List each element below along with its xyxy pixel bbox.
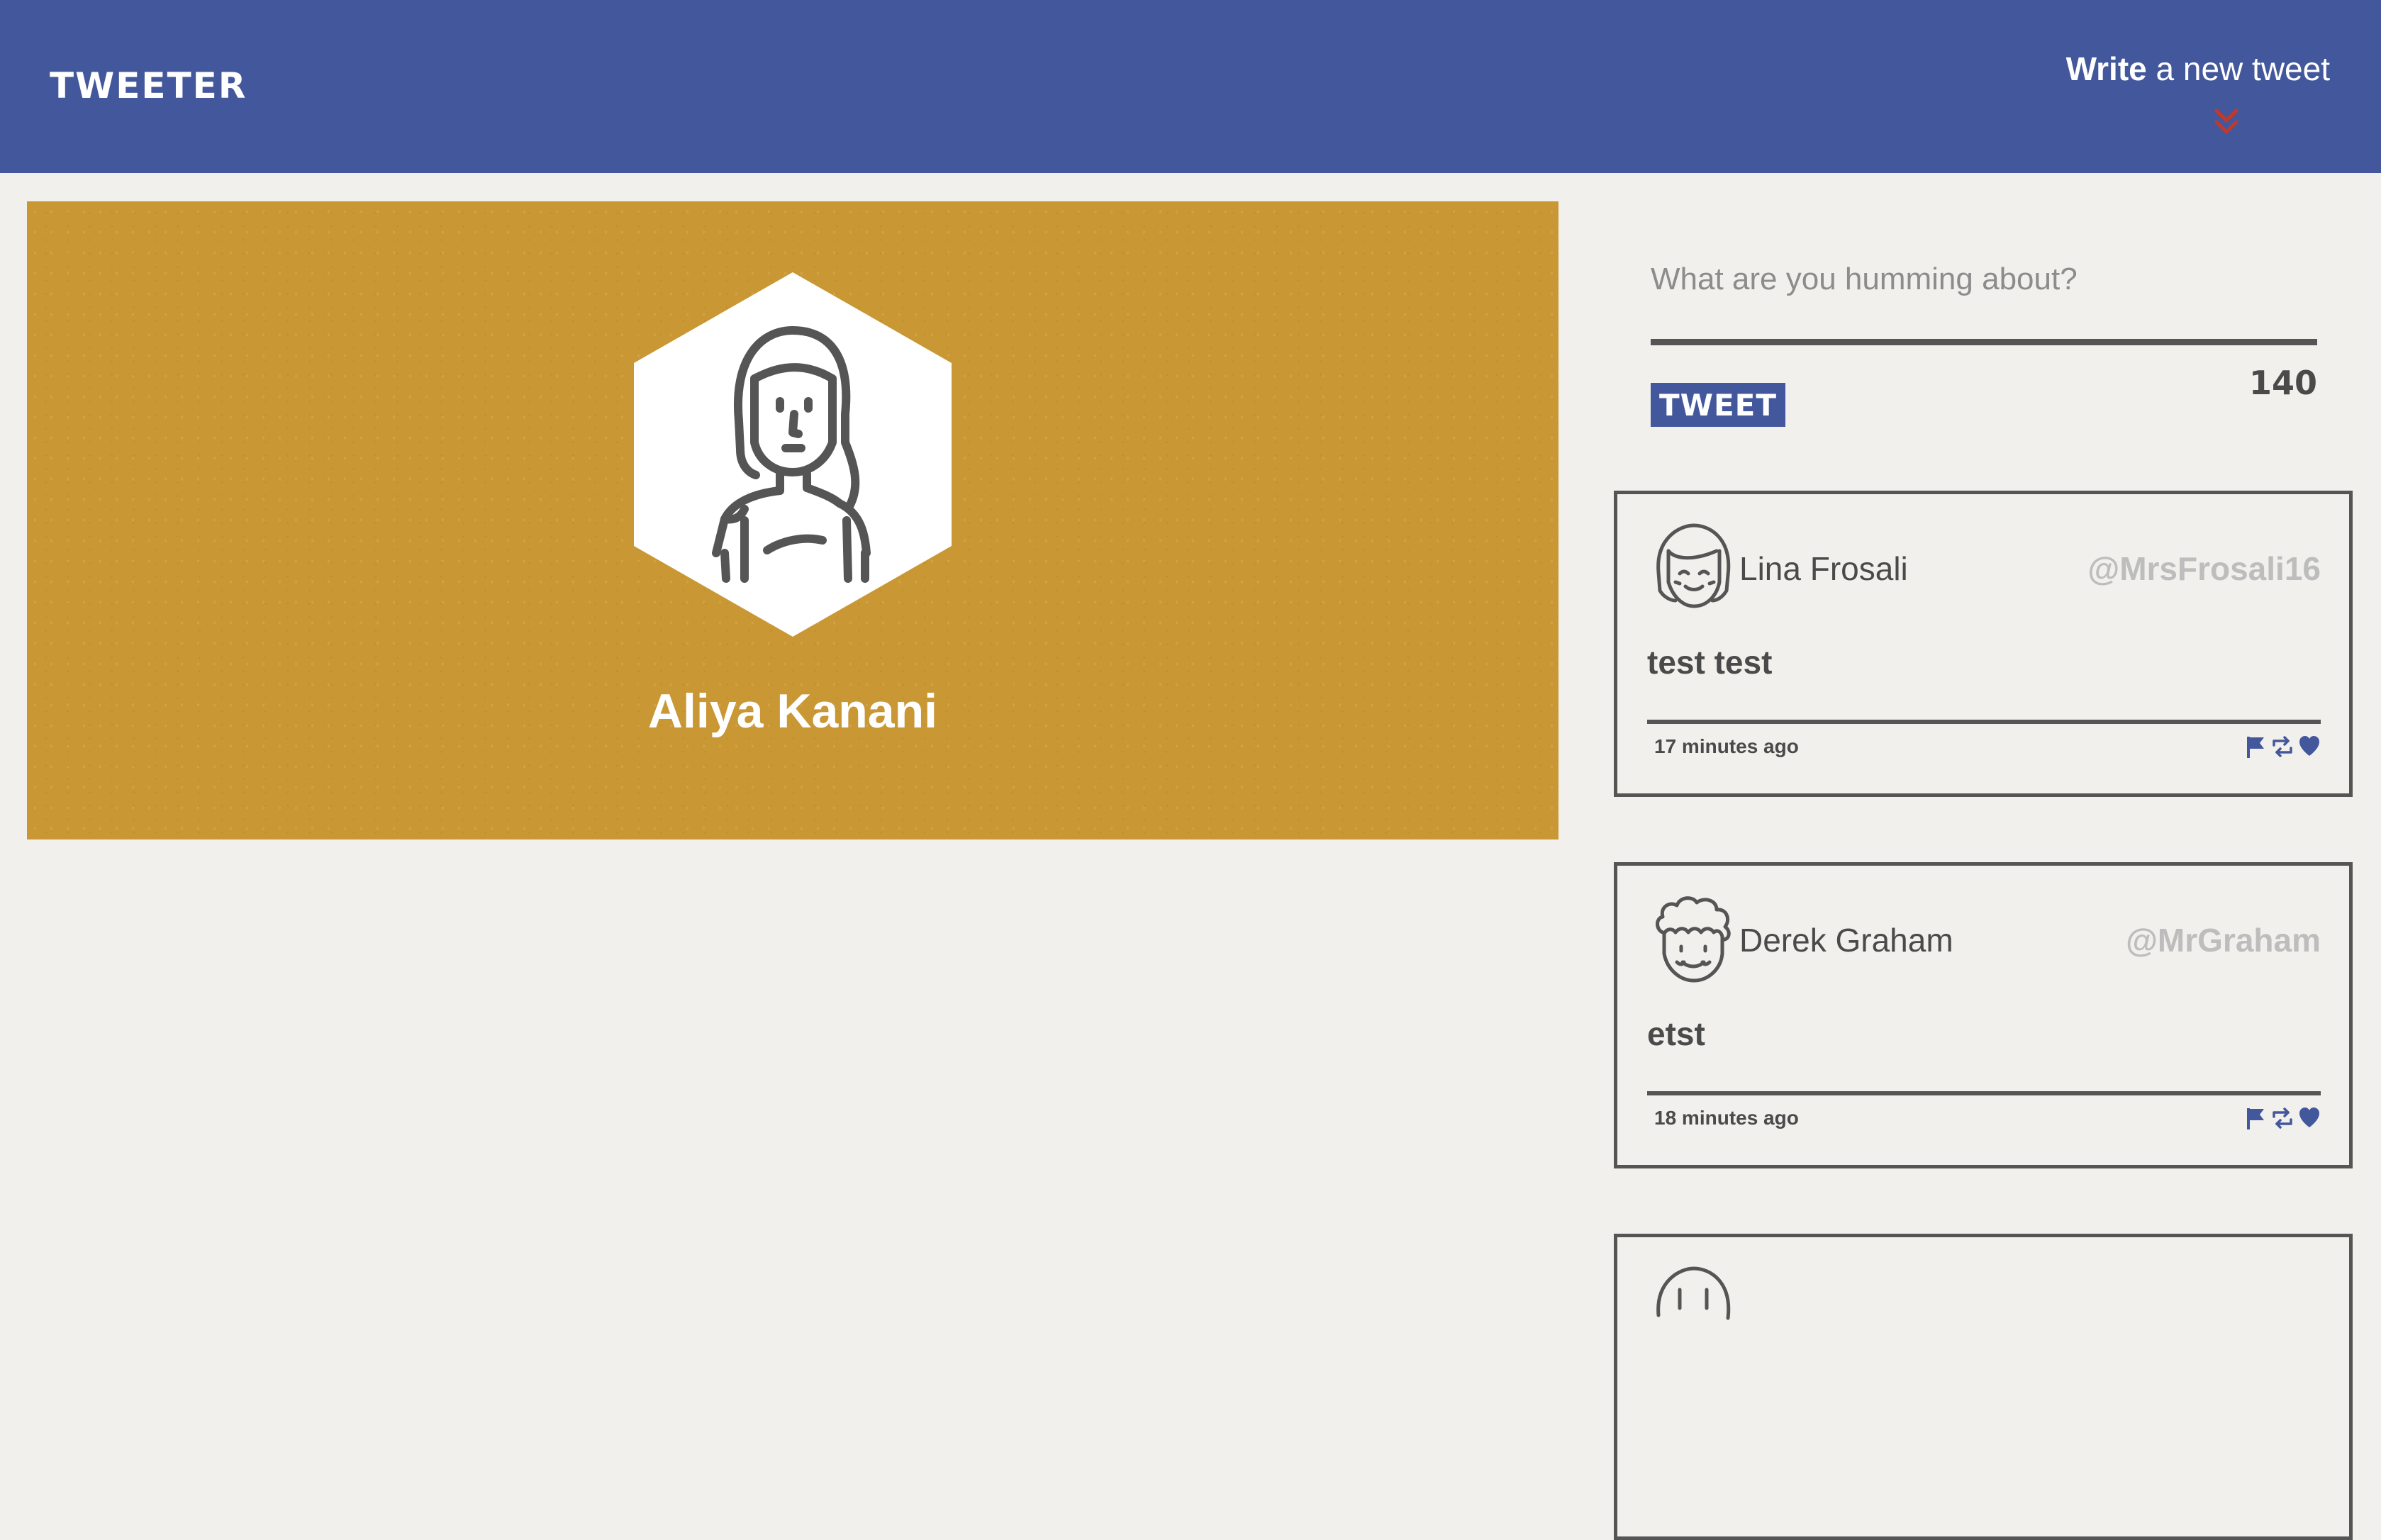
retweet-icon[interactable] <box>2271 1105 2294 1131</box>
tweet-actions <box>2244 1105 2321 1131</box>
tweet-divider <box>1647 720 2321 724</box>
flag-icon[interactable] <box>2244 1105 2267 1131</box>
character-counter: 140 <box>2248 364 2317 402</box>
brand-logo[interactable]: TWEETER <box>50 65 247 106</box>
tweet-button[interactable]: TWEET <box>1651 383 1785 427</box>
tweet-card: Derek Graham @MrGraham etst 18 minutes a… <box>1614 862 2353 1168</box>
profile-banner: Aliya Kanani <box>27 201 1558 839</box>
curly-hair-man-avatar-icon <box>1656 896 1731 983</box>
tweet-card: Lina Frosali @MrsFrosali16 test test 17 … <box>1614 491 2353 797</box>
tweet-author: Derek Graham <box>1739 922 1953 959</box>
tweet-divider <box>1647 1091 2321 1095</box>
tweet-author: Lina Frosali <box>1739 550 1908 587</box>
tweet-handle[interactable]: @MrGraham <box>2126 921 2321 959</box>
woman-avatar-icon <box>634 272 952 637</box>
heart-icon[interactable] <box>2298 1105 2321 1131</box>
tweet-textarea[interactable] <box>1651 252 2317 345</box>
retweet-icon[interactable] <box>2271 734 2294 759</box>
heart-icon[interactable] <box>2298 734 2321 759</box>
girl-avatar-icon <box>1656 523 1731 608</box>
tweet-timestamp: 18 minutes ago <box>1654 1107 1799 1129</box>
tweet-handle[interactable]: @MrsFrosali16 <box>2087 549 2321 588</box>
top-nav: TWEETER Write a new tweet <box>0 0 2381 173</box>
new-tweet-composer: TWEET 140 <box>1651 252 2317 436</box>
profile-name: Aliya Kanani <box>647 684 938 738</box>
tweet-actions <box>2244 734 2321 759</box>
avatar-icon <box>1656 1266 1731 1320</box>
tweet-card <box>1614 1234 2353 1540</box>
write-new-tweet-toggle[interactable]: Write a new tweet <box>2066 50 2330 88</box>
tweet-timestamp: 17 minutes ago <box>1654 735 1799 757</box>
compose-label-rest: a new tweet <box>2146 50 2331 87</box>
double-chevron-down-icon[interactable] <box>2212 106 2241 138</box>
flag-icon[interactable] <box>2244 734 2267 759</box>
tweet-content: test test <box>1647 644 1773 681</box>
compose-label-bold: Write <box>2065 50 2147 87</box>
tweet-content: etst <box>1647 1015 1705 1052</box>
